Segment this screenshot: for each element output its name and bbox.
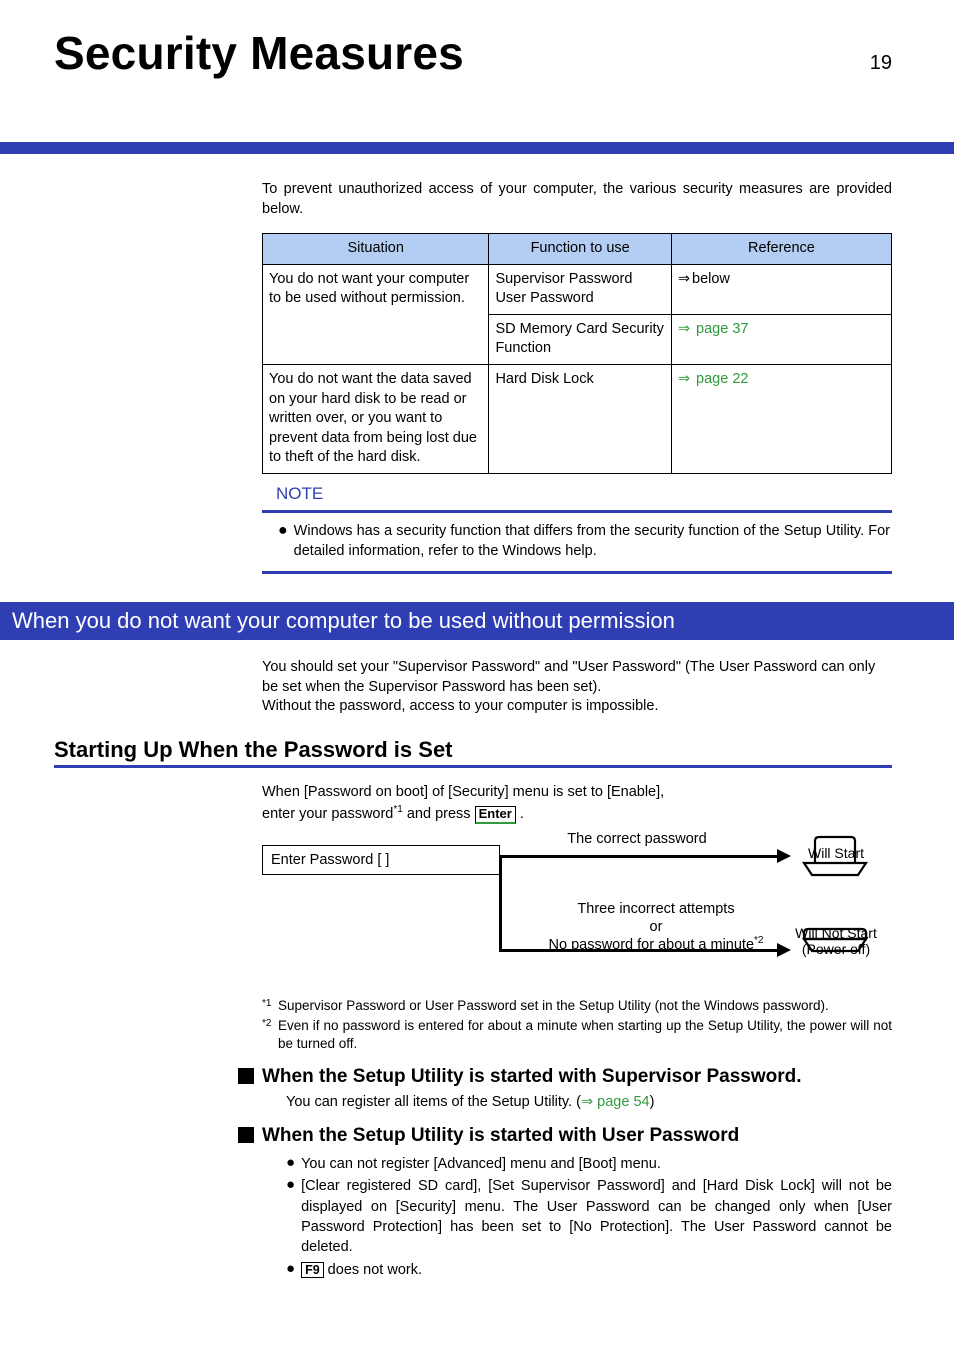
section-para-2: Without the password, access to your com… bbox=[262, 697, 892, 717]
cell-situation-2: You do not want the data saved on your h… bbox=[263, 364, 489, 473]
cell-function-1a: Supervisor Password User Password bbox=[489, 264, 671, 314]
supervisor-desc-a: You can register all items of the Setup … bbox=[286, 1094, 581, 1110]
page-title: Security Measures bbox=[54, 26, 464, 80]
footnote-1: Supervisor Password or User Password set… bbox=[278, 997, 829, 1017]
th-reference: Reference bbox=[671, 234, 891, 265]
pwd-line-2a: enter your password bbox=[262, 806, 393, 822]
cell-function-1b: SD Memory Card Security Function bbox=[489, 314, 671, 364]
link-page-37[interactable]: page 37 bbox=[692, 321, 748, 337]
arrow-icon: ⇒ bbox=[581, 1094, 593, 1110]
enter-password-box: Enter Password [ ] bbox=[262, 845, 500, 875]
page-number: 19 bbox=[870, 52, 892, 75]
th-situation: Situation bbox=[263, 234, 489, 265]
footnotes: *1 Supervisor Password or User Password … bbox=[262, 997, 892, 1053]
footnote-ref-1: *1 bbox=[393, 804, 402, 815]
bullet-icon: ● bbox=[286, 1176, 295, 1257]
pwd-line-1: When [Password on boot] of [Security] me… bbox=[262, 782, 892, 803]
note-text: Windows has a security function that dif… bbox=[294, 521, 890, 562]
bullet-icon: ● bbox=[286, 1260, 295, 1280]
pwd-line-2b: and press bbox=[403, 806, 475, 822]
link-page-54[interactable]: ⇒ page 54 bbox=[581, 1094, 650, 1110]
cell-ref-1b[interactable]: ⇒ page 37 bbox=[671, 314, 891, 364]
label-power-off: (Power off) bbox=[790, 941, 882, 957]
note-label: NOTE bbox=[276, 484, 892, 504]
subhead-user: When the Setup Utility is started with U… bbox=[262, 1124, 739, 1148]
section-heading: When you do not want your computer to be… bbox=[0, 602, 954, 640]
security-table: Situation Function to use Reference You … bbox=[262, 233, 892, 474]
bullet-icon: ● bbox=[278, 521, 288, 562]
label-no-password: No password for about a minute bbox=[549, 937, 755, 953]
subhead-supervisor: When the Setup Utility is started with S… bbox=[262, 1065, 802, 1089]
list-item: F9 does not work. bbox=[301, 1260, 892, 1280]
footnote-mark-2: *2 bbox=[262, 1018, 271, 1029]
link-page-22[interactable]: page 22 bbox=[692, 371, 748, 387]
square-bullet-icon bbox=[238, 1127, 254, 1143]
supervisor-desc-b: ) bbox=[650, 1094, 655, 1110]
arrow-icon: ⇒ bbox=[678, 321, 690, 337]
enter-key-icon: Enter bbox=[475, 806, 516, 824]
f9-key-icon: F9 bbox=[301, 1262, 324, 1278]
label-or: or bbox=[516, 919, 796, 935]
section-para-1: You should set your "Supervisor Password… bbox=[262, 658, 892, 697]
footnote-2: Even if no password is entered for about… bbox=[278, 1017, 892, 1053]
footnote-mark-1: *1 bbox=[262, 998, 271, 1009]
label-will-not-start: Will Not Start bbox=[790, 925, 882, 941]
password-flow-diagram: Enter Password [ ] The correct password … bbox=[262, 831, 892, 991]
square-bullet-icon bbox=[238, 1068, 254, 1084]
list-item: You can not register [Advanced] menu and… bbox=[301, 1154, 892, 1174]
title-underline bbox=[0, 142, 954, 154]
list-item: [Clear registered SD card], [Set Supervi… bbox=[301, 1176, 892, 1257]
note-box: ● Windows has a security function that d… bbox=[262, 510, 892, 575]
cell-situation-1: You do not want your computer to be used… bbox=[263, 264, 489, 364]
cell-ref-1a: ⇒below bbox=[671, 264, 891, 314]
th-function: Function to use bbox=[489, 234, 671, 265]
arrow-icon: ⇒ bbox=[678, 271, 690, 287]
subheading-starting-up: Starting Up When the Password is Set bbox=[54, 737, 892, 768]
footnote-ref-2: *2 bbox=[754, 935, 763, 946]
user-password-list: ● You can not register [Advanced] menu a… bbox=[286, 1154, 892, 1280]
ref-below: below bbox=[692, 271, 730, 287]
label-correct-password: The correct password bbox=[522, 831, 752, 847]
cell-ref-2[interactable]: ⇒ page 22 bbox=[671, 364, 891, 473]
label-three-incorrect: Three incorrect attempts bbox=[516, 901, 796, 917]
bullet-icon: ● bbox=[286, 1154, 295, 1174]
label-will-start: Will Start bbox=[790, 845, 882, 861]
cell-function-2: Hard Disk Lock bbox=[489, 364, 671, 473]
arrow-icon: ⇒ bbox=[678, 371, 690, 387]
intro-text: To prevent unauthorized access of your c… bbox=[262, 180, 892, 219]
